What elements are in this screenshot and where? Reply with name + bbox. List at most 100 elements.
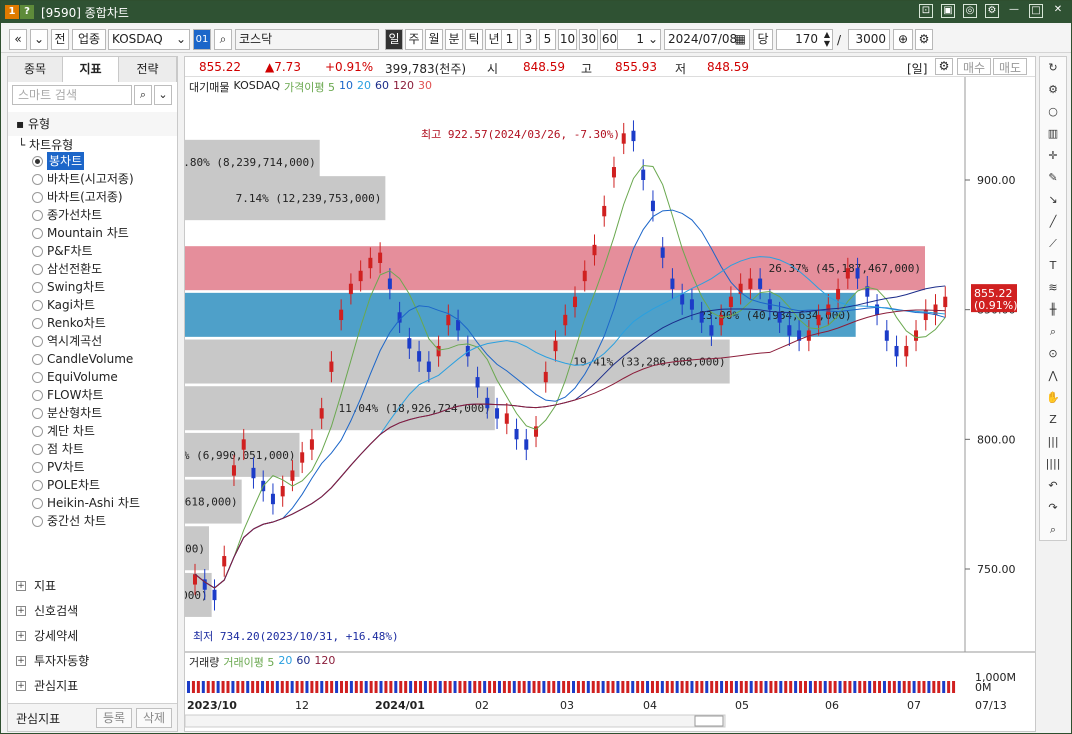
period-1-button[interactable]: 주 bbox=[405, 29, 423, 50]
tree-group-item[interactable]: + 신호검색 bbox=[16, 600, 78, 622]
chart-type-option[interactable]: 계단 차트 bbox=[32, 422, 95, 440]
price-chart[interactable]: 4.80% (8,239,714,000) 7.14% (12,239,753,0… bbox=[185, 77, 1035, 732]
hand-icon[interactable]: ✋ bbox=[1044, 389, 1062, 407]
text-icon[interactable]: T bbox=[1044, 257, 1062, 275]
radio-icon[interactable] bbox=[32, 335, 43, 347]
radio-icon[interactable] bbox=[32, 263, 43, 275]
crosshair-icon[interactable]: ✛ bbox=[1044, 147, 1062, 165]
chart-type-option[interactable]: Kagi차트 bbox=[32, 296, 95, 314]
total-field[interactable]: 3000 bbox=[848, 29, 890, 50]
radio-icon[interactable] bbox=[32, 317, 43, 329]
interval-0-button[interactable]: 1 bbox=[501, 29, 518, 50]
chart-type-option[interactable]: Heikin-Ashi 차트 bbox=[32, 494, 140, 512]
tree-group-item[interactable]: + 투자자동향 bbox=[16, 650, 89, 672]
delete-button[interactable]: 삭제 bbox=[136, 708, 172, 728]
tree-group-item[interactable]: + 관심지표 bbox=[16, 675, 78, 697]
auto-line-icon[interactable]: ⟋ bbox=[1044, 235, 1062, 253]
tab-stocks[interactable]: 종목 bbox=[8, 57, 63, 82]
radio-icon[interactable] bbox=[32, 479, 43, 491]
radio-icon[interactable] bbox=[32, 245, 43, 257]
expand-plus-icon[interactable]: + bbox=[16, 581, 26, 591]
expand-plus-icon[interactable]: + bbox=[16, 631, 26, 641]
zoom-icon[interactable]: ⊙ bbox=[1044, 345, 1062, 363]
zoom-in-icon[interactable]: ⊕ bbox=[893, 29, 913, 50]
tree-group-item[interactable]: + 강세약세 bbox=[16, 625, 78, 647]
tree-group-item[interactable]: + 지표 bbox=[16, 575, 56, 597]
chart-type-option[interactable]: 봉차트 bbox=[32, 152, 85, 170]
magnify-icon[interactable]: ⌕ bbox=[1044, 323, 1062, 341]
chart-type-option[interactable]: CandleVolume bbox=[32, 350, 133, 368]
interval-1-button[interactable]: 3 bbox=[520, 29, 537, 50]
period-3-button[interactable]: 분 bbox=[445, 29, 463, 50]
pen-icon[interactable]: ✎ bbox=[1044, 169, 1062, 187]
expand-plus-icon[interactable]: + bbox=[16, 681, 26, 691]
circle-icon[interactable]: ○ bbox=[1044, 103, 1062, 121]
help-badge[interactable]: ? bbox=[20, 5, 34, 19]
stepper-icon[interactable]: ▲ ▼ bbox=[824, 30, 830, 48]
radio-icon[interactable] bbox=[32, 407, 43, 419]
undo-icon[interactable]: ↶ bbox=[1044, 477, 1062, 495]
expand-icon[interactable]: ⌄ bbox=[154, 85, 172, 105]
radio-icon[interactable] bbox=[32, 371, 43, 383]
radio-icon[interactable] bbox=[32, 155, 43, 167]
chart-type-option[interactable]: P&F차트 bbox=[32, 242, 93, 260]
expand-plus-icon[interactable]: + bbox=[16, 656, 26, 666]
pattern-icon[interactable]: ⋀ bbox=[1044, 367, 1062, 385]
radio-icon[interactable] bbox=[32, 497, 43, 509]
period-0-button[interactable]: 일 bbox=[385, 29, 403, 50]
interval-2-button[interactable]: 5 bbox=[539, 29, 556, 50]
chart-type-option[interactable]: Renko차트 bbox=[32, 314, 106, 332]
tab-strategy[interactable]: 전략 bbox=[119, 57, 177, 82]
screenshot-icon[interactable]: ◎ bbox=[963, 4, 977, 18]
radio-icon[interactable] bbox=[32, 281, 43, 293]
buy-button[interactable]: 매수 bbox=[957, 58, 991, 75]
period-4-button[interactable]: 틱 bbox=[465, 29, 483, 50]
chart-type-option[interactable]: 종가선차트 bbox=[32, 206, 102, 224]
gear-icon[interactable]: ⚙ bbox=[935, 58, 953, 75]
chart-type-option[interactable]: EquiVolume bbox=[32, 368, 118, 386]
radio-icon[interactable] bbox=[32, 299, 43, 311]
minimize-icon[interactable]: — bbox=[1007, 4, 1021, 18]
tab-indicators[interactable]: 지표 bbox=[63, 57, 119, 82]
date-field[interactable]: 2024/07/08 ▦ bbox=[664, 29, 750, 50]
settings-icon[interactable]: ⚙ bbox=[985, 4, 999, 18]
chart-type-option[interactable]: Mountain 차트 bbox=[32, 224, 129, 242]
radio-icon[interactable] bbox=[32, 209, 43, 221]
calendar-icon[interactable]: ▦ bbox=[735, 30, 746, 49]
code-field[interactable]: 01 bbox=[193, 29, 211, 50]
zigzag-icon[interactable]: Z bbox=[1044, 411, 1062, 429]
stock-name-field[interactable]: 코스닥 bbox=[235, 29, 379, 50]
chart-type-option[interactable]: 삼선전환도 bbox=[32, 260, 102, 278]
gear-icon[interactable]: ⚙ bbox=[915, 29, 933, 50]
multiplier-field[interactable]: 1 ⌄ bbox=[617, 29, 661, 50]
smart-search-input[interactable]: 스마트 검색 bbox=[12, 85, 132, 105]
radio-icon[interactable] bbox=[32, 461, 43, 473]
grid-lines-icon[interactable]: |||| bbox=[1044, 455, 1062, 473]
chart-type-option[interactable]: 바차트(시고저종) bbox=[32, 170, 134, 188]
tree-group-type[interactable]: ▪ 유형 bbox=[8, 112, 177, 136]
radio-icon[interactable] bbox=[32, 425, 43, 437]
radio-icon[interactable] bbox=[32, 173, 43, 185]
pin-icon[interactable]: ⊡ bbox=[919, 4, 933, 18]
period-2-button[interactable]: 월 bbox=[425, 29, 443, 50]
save-icon[interactable]: ▣ bbox=[941, 4, 955, 18]
all-market-button[interactable]: 전 bbox=[51, 29, 69, 50]
chart-icon[interactable]: ▥ bbox=[1044, 125, 1062, 143]
market-select[interactable]: KOSDAQ ⌄ bbox=[108, 29, 190, 50]
count-field[interactable]: 170 ▲ ▼ bbox=[776, 29, 833, 50]
chart-type-option[interactable]: 역시계곡선 bbox=[32, 332, 102, 350]
search-icon[interactable]: ⌕ bbox=[214, 29, 232, 50]
sector-button[interactable]: 업종 bbox=[72, 29, 106, 50]
maximize-icon[interactable]: □ bbox=[1029, 4, 1043, 18]
chart-type-option[interactable]: Swing차트 bbox=[32, 278, 105, 296]
expand-plus-icon[interactable]: + bbox=[16, 606, 26, 616]
radio-icon[interactable] bbox=[32, 443, 43, 455]
chart-type-option[interactable]: FLOW차트 bbox=[32, 386, 104, 404]
redo-icon[interactable]: ↷ bbox=[1044, 499, 1062, 517]
line-icon[interactable]: ╱ bbox=[1044, 213, 1062, 231]
search-icon[interactable]: ⌕ bbox=[134, 85, 152, 105]
refresh-icon[interactable]: ↻ bbox=[1044, 59, 1062, 77]
radio-icon[interactable] bbox=[32, 353, 43, 365]
search-icon[interactable]: ⌕ bbox=[1044, 521, 1062, 539]
chart-type-option[interactable]: 점 차트 bbox=[32, 440, 84, 458]
